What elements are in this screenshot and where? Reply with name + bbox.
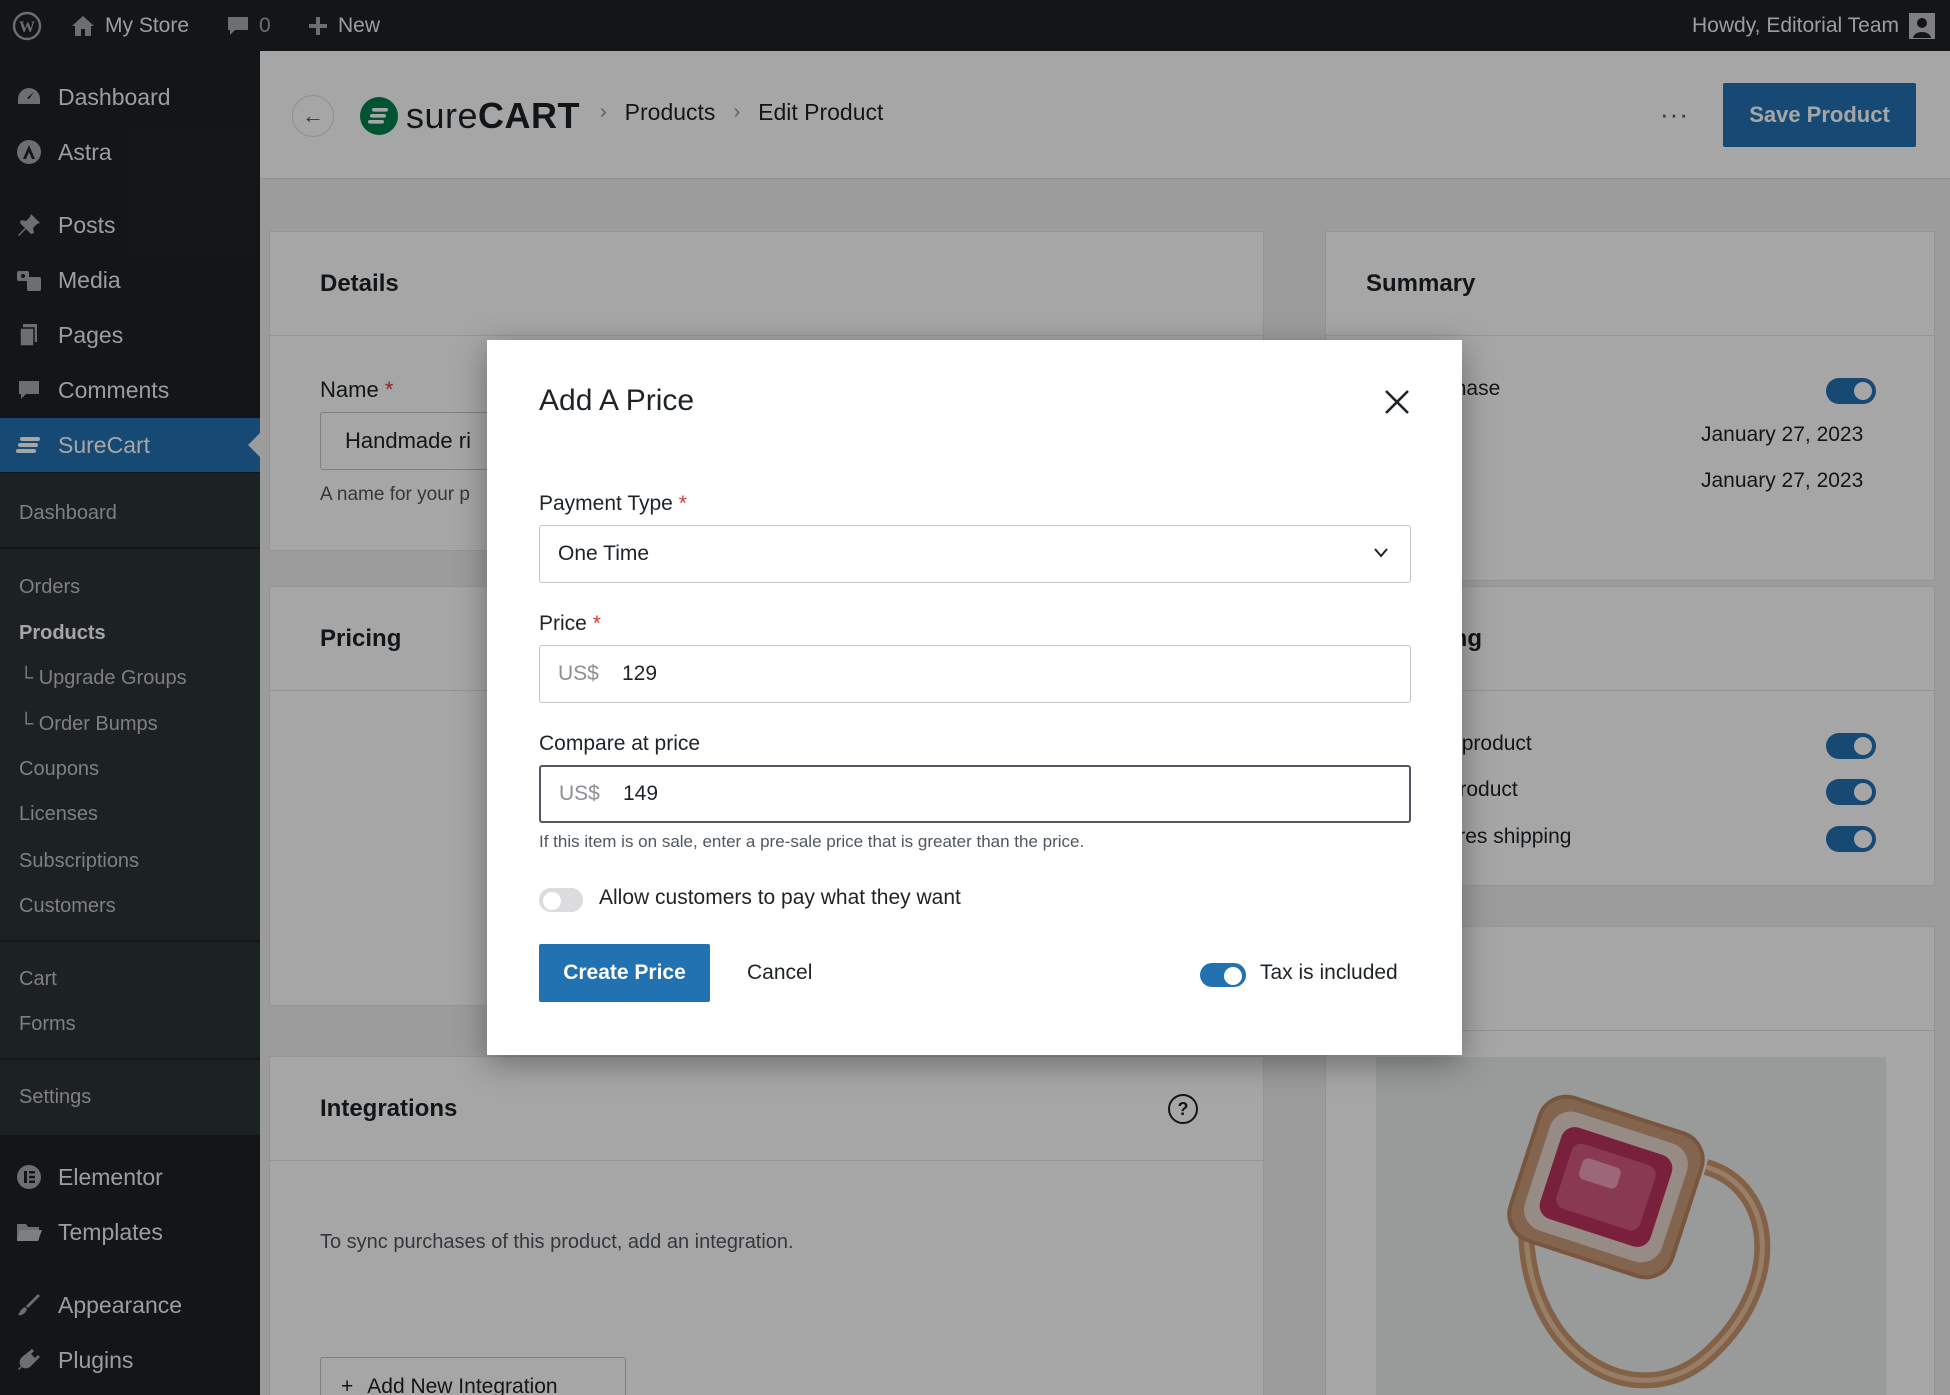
- compare-value: 149: [623, 782, 659, 805]
- payment-type-select[interactable]: One Time: [539, 525, 1411, 583]
- close-icon: [1385, 390, 1409, 414]
- pay-what-you-want-toggle[interactable]: [539, 888, 583, 912]
- payment-type-label: Payment Type *: [539, 492, 687, 515]
- add-price-dialog: Add A Price Payment Type * One Time Pric…: [487, 340, 1462, 1055]
- compare-currency: US$: [559, 782, 600, 805]
- price-value: 129: [622, 662, 658, 685]
- price-label: Price *: [539, 612, 601, 635]
- close-button[interactable]: [1377, 382, 1417, 422]
- payment-type-value: One Time: [558, 542, 650, 565]
- compare-price-input[interactable]: US$ 149: [539, 765, 1411, 823]
- create-price-button[interactable]: Create Price: [539, 944, 710, 1002]
- compare-price-label: Compare at price: [539, 732, 701, 755]
- tax-included-label: Tax is included: [1260, 961, 1398, 984]
- compare-price-help: If this item is on sale, enter a pre-sal…: [539, 832, 1085, 851]
- price-input[interactable]: US$ 129: [539, 645, 1411, 703]
- cancel-button[interactable]: Cancel: [737, 944, 822, 1002]
- tax-included-toggle[interactable]: [1200, 963, 1246, 987]
- dialog-title: Add A Price: [539, 384, 695, 417]
- chevron-down-icon: [1374, 548, 1388, 558]
- pay-what-you-want-label: Allow customers to pay what they want: [599, 886, 961, 909]
- price-currency: US$: [558, 662, 599, 685]
